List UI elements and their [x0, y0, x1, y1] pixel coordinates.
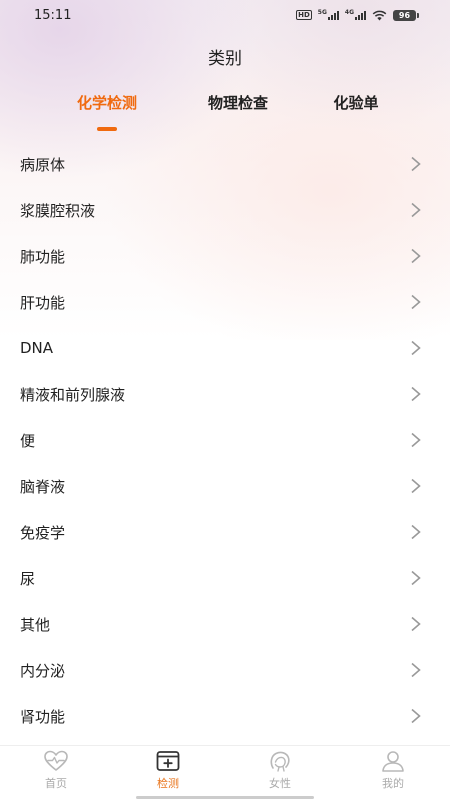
category-tabs: 化学检测 物理检查 化验单 [0, 92, 450, 136]
list-item-label: 尿 [20, 569, 36, 588]
chevron-right-icon [411, 616, 421, 632]
list-item[interactable]: 病原体 [0, 141, 450, 187]
tab-lab-report[interactable]: 化验单 [333, 92, 378, 113]
status-icons: HD 5G 4G 96 [296, 9, 419, 21]
status-bar: 15:11 HD 5G 4G 96 [0, 0, 450, 30]
nav-label: 女性 [269, 777, 291, 790]
list-item-label: 浆膜腔积液 [20, 201, 96, 220]
medical-box-icon [156, 751, 180, 771]
list-item[interactable]: 免疫学 [0, 509, 450, 555]
nav-item-home[interactable]: 首页 [16, 750, 96, 791]
signal-4g-icon: 4G [345, 10, 366, 20]
list-item[interactable]: 脑脊液 [0, 463, 450, 509]
signal-5g-icon: 5G [318, 10, 339, 20]
category-list: 病原体 浆膜腔积液 肺功能 肝功能 DNA 精液和前列腺液 便 脑脊液 免疫学 … [0, 141, 450, 739]
list-item[interactable]: 便 [0, 417, 450, 463]
nav-item-profile[interactable]: 我的 [353, 750, 433, 791]
hd-icon: HD [296, 10, 312, 20]
female-head-icon [270, 751, 290, 772]
tab-chemical-testing[interactable]: 化学检测 [77, 92, 137, 113]
list-item-label: 病原体 [20, 155, 66, 174]
heart-pulse-icon [44, 750, 68, 771]
list-item-label: DNA [20, 339, 54, 357]
chevron-right-icon [411, 570, 421, 586]
chevron-right-icon [411, 386, 421, 402]
list-item-label: 脑脊液 [20, 477, 66, 496]
status-time: 15:11 [34, 7, 72, 23]
list-item-label: 便 [20, 431, 36, 450]
chevron-right-icon [411, 248, 421, 264]
list-item[interactable]: 其他 [0, 601, 450, 647]
chevron-right-icon [411, 662, 421, 678]
list-item-label: 肾功能 [20, 707, 66, 726]
chevron-right-icon [411, 432, 421, 448]
list-item[interactable]: 肺功能 [0, 233, 450, 279]
list-item[interactable]: 浆膜腔积液 [0, 187, 450, 233]
list-item[interactable]: 尿 [0, 555, 450, 601]
user-icon [382, 751, 404, 772]
nav-item-female[interactable]: 女性 [240, 750, 320, 791]
wifi-icon [372, 10, 387, 20]
nav-label: 首页 [45, 777, 67, 790]
nav-label: 我的 [382, 777, 404, 790]
bottom-nav: 首页 检测 女性 我的 [0, 745, 450, 800]
list-item-label: 其他 [20, 615, 51, 634]
list-item[interactable]: DNA [0, 325, 450, 371]
chevron-right-icon [411, 478, 421, 494]
chevron-right-icon [411, 294, 421, 310]
list-item-label: 精液和前列腺液 [20, 385, 126, 404]
list-item[interactable]: 内分泌 [0, 647, 450, 693]
tab-physical-examination[interactable]: 物理检查 [208, 92, 268, 113]
list-item-label: 肝功能 [20, 293, 66, 312]
list-item-label: 免疫学 [20, 523, 66, 542]
list-item-label: 肺功能 [20, 247, 66, 266]
list-item[interactable]: 肝功能 [0, 279, 450, 325]
active-tab-indicator [97, 127, 117, 131]
home-indicator [136, 796, 314, 799]
chevron-right-icon [411, 340, 421, 356]
list-item[interactable]: 肾功能 [0, 693, 450, 739]
list-item[interactable]: 精液和前列腺液 [0, 371, 450, 417]
nav-label: 检测 [157, 777, 179, 790]
chevron-right-icon [411, 202, 421, 218]
battery-icon: 96 [393, 9, 419, 21]
list-item-label: 内分泌 [20, 661, 66, 680]
nav-item-testing[interactable]: 检测 [128, 750, 208, 791]
page-title: 类别 [208, 49, 242, 69]
chevron-right-icon [411, 524, 421, 540]
chevron-right-icon [411, 708, 421, 724]
chevron-right-icon [411, 156, 421, 172]
